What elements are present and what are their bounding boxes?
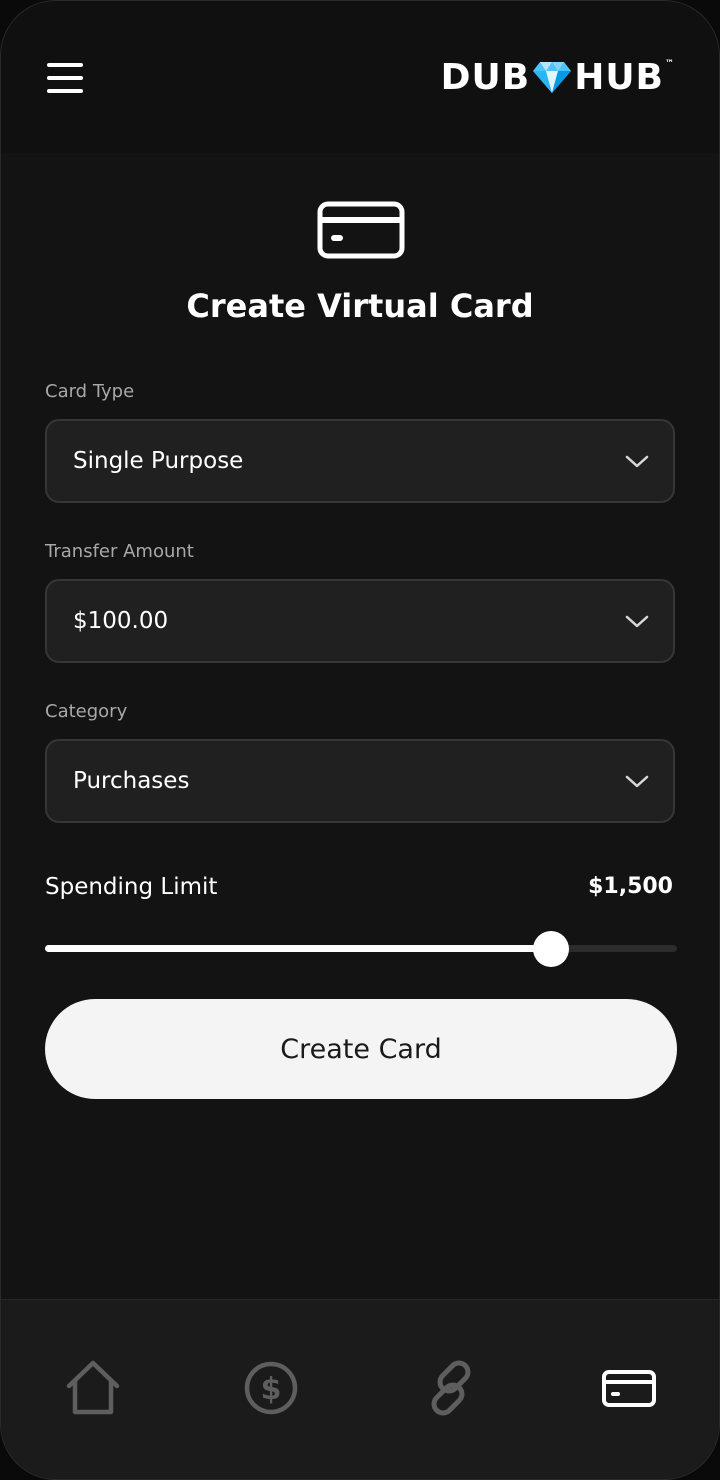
- top-bar: DUB HUB ™: [1, 1, 719, 153]
- category-select[interactable]: Purchases: [45, 739, 675, 823]
- nav-dollar-icon[interactable]: $: [241, 1358, 301, 1418]
- svg-text:$: $: [261, 1372, 282, 1407]
- category-label: Category: [45, 701, 128, 722]
- spending-limit-value: $1,500: [588, 874, 673, 899]
- nav-card-icon[interactable]: [599, 1358, 659, 1418]
- nav-home-icon[interactable]: [63, 1358, 123, 1418]
- spending-limit-label: Spending Limit: [45, 874, 218, 900]
- trademark-mark: ™: [665, 59, 675, 69]
- category-value: Purchases: [73, 768, 190, 794]
- slider-fill: [45, 945, 551, 952]
- nav-link-icon[interactable]: [421, 1358, 481, 1418]
- credit-card-icon: [317, 201, 405, 259]
- card-type-select[interactable]: Single Purpose: [45, 419, 675, 503]
- phone-screen: DUB HUB ™ Create Virtual Card Card Type …: [0, 0, 720, 1480]
- logo-text-hub: HUB: [574, 56, 664, 98]
- hamburger-menu-icon[interactable]: [47, 63, 83, 93]
- chevron-down-icon: [625, 615, 649, 628]
- chevron-down-icon: [625, 775, 649, 788]
- dubhub-logo: DUB HUB ™: [440, 56, 675, 98]
- chevron-down-icon: [625, 455, 649, 468]
- card-type-label: Card Type: [45, 381, 135, 402]
- slider-thumb[interactable]: [532, 931, 569, 967]
- page-title: Create Virtual Card: [186, 287, 534, 325]
- transfer-amount-select[interactable]: $100.00: [45, 579, 675, 663]
- card-type-value: Single Purpose: [73, 448, 244, 474]
- diamond-icon: [533, 62, 572, 93]
- bottom-nav: $: [1, 1299, 719, 1479]
- logo-text-dub: DUB: [440, 56, 531, 98]
- transfer-amount-value: $100.00: [73, 608, 169, 634]
- create-card-button[interactable]: Create Card: [45, 999, 677, 1099]
- transfer-amount-label: Transfer Amount: [45, 541, 194, 562]
- spending-limit-slider[interactable]: [45, 931, 677, 967]
